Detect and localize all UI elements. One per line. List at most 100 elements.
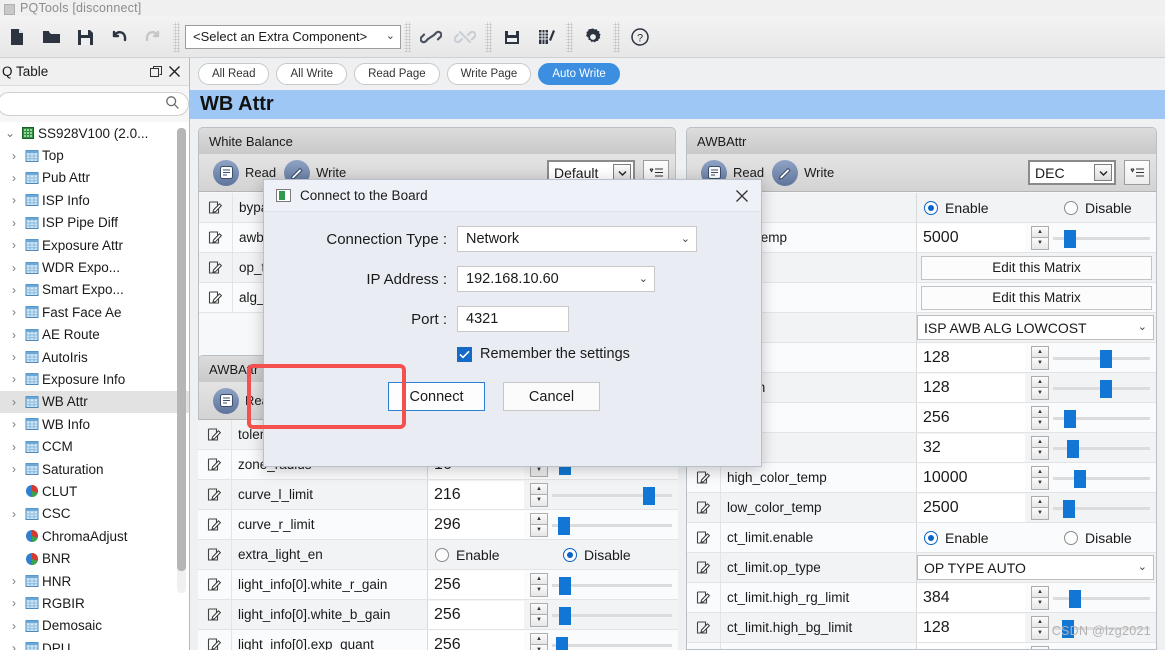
radio-enable-circle[interactable] bbox=[924, 200, 938, 215]
spinner-up-icon[interactable]: ▲ bbox=[1031, 645, 1049, 649]
radio-disable[interactable]: Disable bbox=[563, 547, 631, 563]
value-input[interactable]: 128 bbox=[917, 343, 1025, 372]
open-folder-icon[interactable] bbox=[34, 20, 68, 54]
radio-enable-circle[interactable] bbox=[924, 530, 938, 545]
edit-icon[interactable] bbox=[198, 570, 232, 599]
toolbar-grip-3[interactable] bbox=[485, 21, 492, 52]
spinner-down-icon[interactable]: ▼ bbox=[1031, 357, 1049, 370]
slider-thumb[interactable] bbox=[1099, 379, 1112, 398]
chevron-right-icon[interactable]: › bbox=[6, 596, 22, 610]
close-icon[interactable] bbox=[729, 183, 755, 209]
spinner-up-icon[interactable]: ▲ bbox=[530, 602, 548, 614]
edit-icon[interactable] bbox=[198, 630, 232, 650]
slider-thumb[interactable] bbox=[1066, 439, 1079, 458]
spinner-down-icon[interactable]: ▼ bbox=[530, 644, 548, 650]
edit-icon[interactable] bbox=[687, 583, 721, 612]
chevron-right-icon[interactable]: › bbox=[6, 171, 22, 185]
spinner-down-icon[interactable]: ▼ bbox=[530, 614, 548, 627]
sidebar-item-exposure-info[interactable]: › Exposure Info bbox=[0, 368, 189, 390]
radio-disable[interactable]: Disable bbox=[1064, 530, 1132, 546]
search-box[interactable] bbox=[0, 92, 189, 116]
edit-icon[interactable] bbox=[199, 193, 233, 222]
chevron-right-icon[interactable]: › bbox=[6, 641, 22, 650]
spinner[interactable]: ▲▼ bbox=[530, 632, 548, 650]
edit-icon[interactable] bbox=[198, 510, 232, 539]
value-input[interactable]: 256 bbox=[428, 630, 524, 650]
slider-thumb[interactable] bbox=[1068, 589, 1081, 608]
slider-thumb[interactable] bbox=[555, 636, 568, 650]
spinner-up-icon[interactable]: ▲ bbox=[1031, 225, 1049, 237]
edit-matrix-button[interactable]: Edit this Matrix bbox=[921, 285, 1152, 310]
spinner-up-icon[interactable]: ▲ bbox=[1031, 495, 1049, 507]
sidebar-item-ccm[interactable]: › CCM bbox=[0, 435, 189, 457]
edit-icon[interactable] bbox=[687, 523, 721, 552]
sidebar-item-saturation[interactable]: › Saturation bbox=[0, 458, 189, 480]
spinner-up-icon[interactable]: ▲ bbox=[530, 482, 548, 494]
chevron-right-icon[interactable]: › bbox=[6, 574, 22, 588]
spinner[interactable]: ▲▼ bbox=[1031, 375, 1049, 400]
chevron-right-icon[interactable]: › bbox=[6, 619, 22, 633]
radio-disable-circle[interactable] bbox=[1064, 200, 1078, 215]
sidebar-item-isp-pipe-diff[interactable]: › ISP Pipe Diff bbox=[0, 212, 189, 234]
radio-enable-circle[interactable] bbox=[435, 547, 449, 562]
value-slider[interactable] bbox=[1053, 496, 1150, 520]
value-input[interactable]: 256 bbox=[428, 570, 524, 599]
edit-icon[interactable] bbox=[687, 463, 721, 492]
value-input[interactable]: 128 bbox=[917, 643, 1025, 649]
value-slider[interactable] bbox=[1053, 466, 1150, 490]
chevron-right-icon[interactable]: › bbox=[6, 261, 22, 275]
sidebar-item-bnr[interactable]: ›BNR bbox=[0, 547, 189, 569]
spinner[interactable]: ▲▼ bbox=[1031, 225, 1049, 250]
sidebar-item-isp-info[interactable]: › ISP Info bbox=[0, 189, 189, 211]
spinner-down-icon[interactable]: ▼ bbox=[1031, 417, 1049, 430]
chevron-right-icon[interactable]: › bbox=[6, 395, 22, 409]
spinner-down-icon[interactable]: ▼ bbox=[530, 494, 548, 507]
tab-auto-write[interactable]: Auto Write bbox=[538, 63, 620, 85]
value-slider[interactable] bbox=[552, 513, 672, 537]
slider-thumb[interactable] bbox=[1074, 469, 1087, 488]
spinner-up-icon[interactable]: ▲ bbox=[1031, 405, 1049, 417]
tab-read-page[interactable]: Read Page bbox=[354, 63, 440, 85]
chevron-right-icon[interactable]: › bbox=[6, 372, 22, 386]
spinner[interactable]: ▲▼ bbox=[530, 572, 548, 597]
toolbar-grip[interactable] bbox=[173, 21, 180, 52]
value-select[interactable]: OP TYPE AUTO ⌄ bbox=[917, 555, 1154, 580]
chevron-right-icon[interactable]: › bbox=[6, 216, 22, 230]
connect-button[interactable]: Connect bbox=[388, 382, 485, 411]
value-input[interactable]: 5000 bbox=[917, 223, 1025, 252]
edit-icon[interactable] bbox=[687, 553, 721, 582]
chevron-right-icon[interactable]: › bbox=[6, 328, 22, 342]
tab-write-page[interactable]: Write Page bbox=[446, 63, 532, 85]
spinner-down-icon[interactable]: ▼ bbox=[1031, 237, 1049, 250]
value-input[interactable]: 256 bbox=[917, 403, 1025, 432]
spinner-down-icon[interactable]: ▼ bbox=[530, 524, 548, 537]
value-slider[interactable] bbox=[1053, 436, 1150, 460]
edit-icon[interactable] bbox=[687, 613, 721, 642]
radio-enable[interactable]: Enable bbox=[924, 530, 1064, 546]
edit-icon[interactable] bbox=[199, 253, 233, 282]
close-icon[interactable] bbox=[165, 63, 183, 81]
spinner-up-icon[interactable]: ▲ bbox=[1031, 435, 1049, 447]
spinner[interactable]: ▲▼ bbox=[1031, 585, 1049, 610]
value-input[interactable]: 128 bbox=[917, 373, 1025, 402]
chevron-right-icon[interactable]: › bbox=[6, 507, 22, 521]
sidebar-item-wb-attr[interactable]: › WB Attr bbox=[0, 390, 189, 414]
awb-write-button[interactable]: Write bbox=[772, 159, 834, 186]
help-icon[interactable]: ? bbox=[623, 20, 657, 54]
slider-thumb[interactable] bbox=[559, 576, 572, 595]
chevron-down-icon[interactable]: ⌄ bbox=[2, 126, 18, 140]
toolbar-grip-5[interactable] bbox=[613, 21, 620, 52]
sidebar-item-pub-attr[interactable]: › Pub Attr bbox=[0, 167, 189, 189]
save-params-icon[interactable] bbox=[495, 20, 529, 54]
new-file-icon[interactable] bbox=[0, 20, 34, 54]
edit-icon[interactable] bbox=[198, 540, 232, 569]
value-input[interactable]: 384 bbox=[917, 583, 1025, 612]
edit-icon[interactable] bbox=[687, 643, 721, 649]
spinner-down-icon[interactable]: ▼ bbox=[1031, 627, 1049, 640]
slider-thumb[interactable] bbox=[559, 606, 572, 625]
edit-icon[interactable] bbox=[199, 223, 233, 252]
spinner[interactable]: ▲▼ bbox=[1031, 615, 1049, 640]
device-tree[interactable]: ⌄ SS928V100 (2.0... › Top › Pub Attr › ISP In… bbox=[0, 122, 189, 650]
value-slider[interactable] bbox=[1053, 646, 1150, 650]
sidebar-item-hnr[interactable]: › HNR bbox=[0, 570, 189, 592]
